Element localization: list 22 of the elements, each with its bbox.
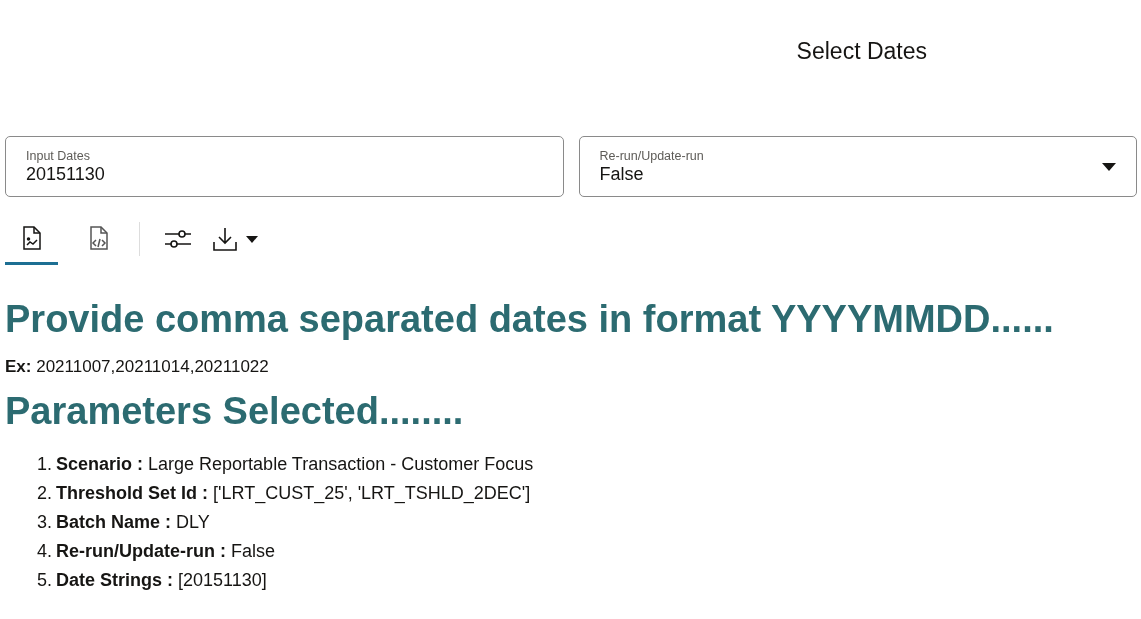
heading: Provide comma separated dates in format YYYYMMDD...... xyxy=(5,297,1055,342)
list-item-text: Batch Name : DLY xyxy=(56,512,210,534)
heading: Parameters Selected........ xyxy=(5,388,465,434)
list-item-text: Re-run/Update-run : False xyxy=(56,541,276,563)
list-number: 3. xyxy=(37,512,52,534)
sliders-icon xyxy=(164,229,192,249)
list-number: 4. xyxy=(37,541,52,563)
chart-document-icon xyxy=(21,225,42,250)
code-document-icon xyxy=(88,225,109,250)
dropdown-field[interactable]: Re-run/Update-run False xyxy=(578,136,1137,197)
download-icon xyxy=(212,227,238,251)
page-title: Select Dates xyxy=(796,38,927,66)
example-text: Ex: 20211007,20211014,20211022 xyxy=(5,356,270,377)
list-item-text: Date Strings : [20151130] xyxy=(56,570,267,592)
list-number: 5. xyxy=(37,570,52,592)
list-number: 1. xyxy=(37,454,52,476)
list-item-text: Threshold Set Id : ['LRT_CUST_25', 'LRT_TSHLD_2DEC'] xyxy=(56,483,531,505)
list-item-text: Scenario : Large Reportable Transaction - Customer Focus xyxy=(56,454,534,476)
list-number: 2. xyxy=(37,483,52,505)
caret-icon xyxy=(246,235,258,243)
caret-icon xyxy=(1102,162,1116,171)
input-field[interactable]: Input Dates 20151130 xyxy=(5,136,564,197)
